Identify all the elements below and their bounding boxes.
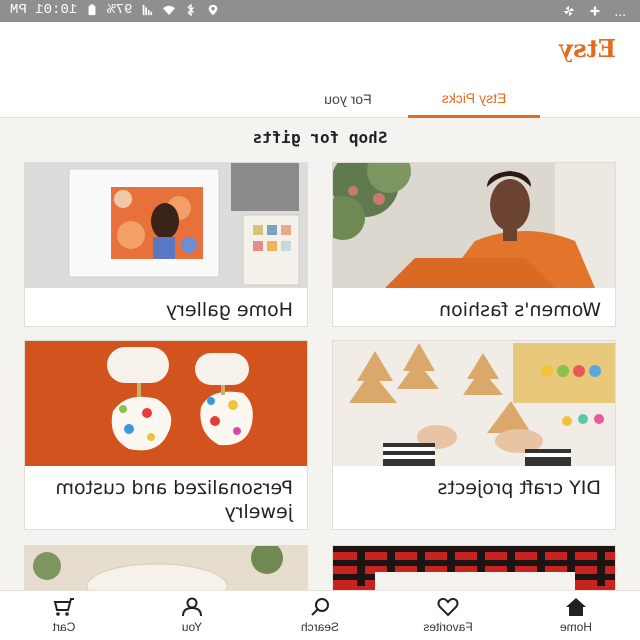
category-card-diy-craft[interactable]: DIY craft projects	[332, 340, 616, 530]
pinwheel-icon	[564, 5, 575, 17]
app-header: Etsy Etsy Picks For you	[0, 22, 640, 118]
person-icon	[182, 597, 202, 617]
category-card-personalized-jewelry[interactable]: Personalized and custom jewelry	[24, 340, 308, 530]
nav-favorites[interactable]: Favorites	[384, 591, 512, 640]
status-bar: ... 97% 10:01 PM	[0, 0, 640, 22]
card-label: DIY craft projects	[437, 477, 601, 499]
etsy-logo[interactable]: Etsy	[559, 34, 616, 63]
womens-fashion-image	[333, 163, 615, 288]
bottom-navigation: Home Favorites Search You Cart	[0, 590, 640, 640]
home-icon	[566, 598, 586, 616]
nav-you[interactable]: You	[128, 591, 256, 640]
card-label: Home gallery	[165, 299, 293, 321]
clock: 10:01 PM	[10, 2, 78, 18]
nav-search[interactable]: Search	[256, 591, 384, 640]
nav-home[interactable]: Home	[512, 591, 640, 640]
nav-label: Home	[560, 620, 593, 634]
nav-cart[interactable]: Cart	[0, 591, 128, 640]
battery-icon	[88, 4, 96, 16]
nav-label: Search	[300, 620, 340, 634]
status-right: 97% 10:01 PM	[10, 2, 220, 18]
tab-bar: Etsy Picks For you	[288, 80, 540, 118]
card-label: Women's fashion	[439, 299, 601, 321]
status-left: ...	[562, 3, 626, 19]
bluetooth-icon	[187, 4, 195, 16]
category-card-womens-fashion[interactable]: Women's fashion	[332, 162, 616, 327]
jewelry-image	[25, 341, 307, 466]
search-icon	[311, 598, 329, 616]
card-label: Personalized and custom jewelry	[55, 477, 293, 523]
fan-icon	[590, 5, 601, 17]
signal-icon	[143, 4, 153, 16]
home-gallery-image	[25, 163, 307, 288]
location-icon	[209, 4, 218, 16]
category-card-home-gallery[interactable]: Home gallery	[24, 162, 308, 327]
tab-for-you[interactable]: For you	[288, 80, 408, 118]
heart-icon	[437, 597, 459, 617]
wifi-icon	[163, 5, 176, 16]
section-title: Shop for gifts	[252, 128, 388, 147]
cart-icon	[53, 598, 74, 616]
diy-craft-image	[333, 341, 615, 466]
nav-label: Cart	[52, 620, 76, 634]
mirrored-screen: ... 97% 10:01 PM Etsy Etsy Picks For you…	[0, 0, 640, 640]
battery-percent: 97%	[107, 2, 133, 18]
overflow-dots: ...	[614, 3, 626, 19]
tab-etsy-picks[interactable]: Etsy Picks	[408, 80, 540, 118]
nav-label: Favorites	[423, 620, 473, 634]
nav-label: You	[181, 620, 203, 634]
